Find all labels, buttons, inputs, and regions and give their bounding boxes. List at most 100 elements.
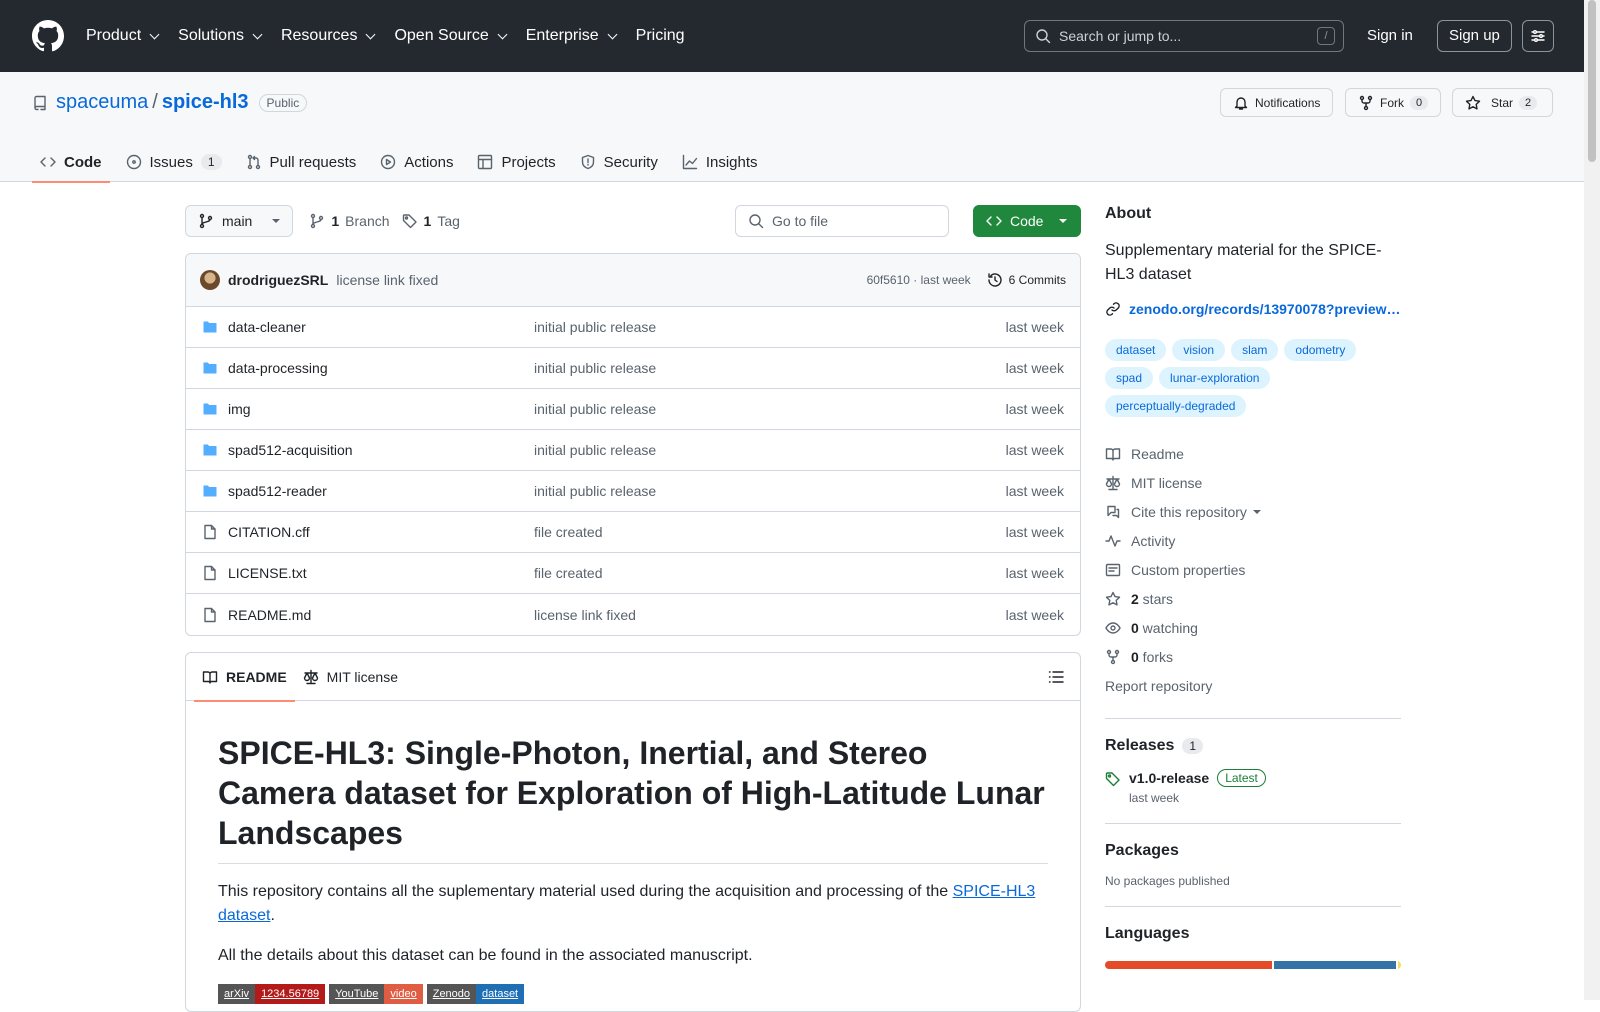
file-row[interactable]: spad512-reader initial public release last… xyxy=(186,471,1080,512)
github-logo-icon[interactable] xyxy=(32,20,64,52)
outline-icon[interactable] xyxy=(1048,669,1064,685)
repo-owner-link[interactable]: spaceuma xyxy=(56,91,148,114)
file-icon xyxy=(204,565,216,581)
license-tab[interactable]: MIT license xyxy=(295,653,406,701)
file-commit-message[interactable]: license link fixed xyxy=(534,607,1006,623)
fork-button[interactable]: Fork 0 xyxy=(1345,88,1442,117)
tab-actions[interactable]: Actions xyxy=(372,141,461,183)
badge-youtube[interactable]: YouTube video xyxy=(329,984,423,1004)
license-link[interactable]: MIT license xyxy=(1105,468,1401,497)
file-row[interactable]: data-cleaner initial public release last w… xyxy=(186,307,1080,348)
file-commit-message[interactable]: initial public release xyxy=(534,442,1006,458)
file-row[interactable]: LICENSE.txt file created last week xyxy=(186,553,1080,594)
file-row[interactable]: CITATION.cff file created last week xyxy=(186,512,1080,553)
file-commit-message[interactable]: initial public release xyxy=(534,360,1006,376)
tab-code[interactable]: Code xyxy=(32,141,110,183)
file-row[interactable]: img initial public release last week xyxy=(186,389,1080,430)
tab-issues[interactable]: Issues 1 xyxy=(118,141,230,183)
badge-zenodo[interactable]: Zenodo dataset xyxy=(426,984,525,1004)
language-segment[interactable] xyxy=(1273,961,1397,969)
topic-tag[interactable]: vision xyxy=(1172,339,1226,361)
branch-select-button[interactable]: main xyxy=(185,205,294,237)
sign-in-link[interactable]: Sign in xyxy=(1367,27,1413,44)
activity-link[interactable]: Activity xyxy=(1105,526,1401,555)
tags-link[interactable]: 1 Tag xyxy=(402,213,460,229)
file-name-link[interactable]: data-processing xyxy=(228,360,328,376)
watchers-link[interactable]: 0 watching xyxy=(1105,613,1401,642)
file-commit-message[interactable]: file created xyxy=(534,524,1006,540)
watchers-text: 0 watching xyxy=(1131,620,1198,636)
about-description: Supplementary material for the SPICE-HL3… xyxy=(1105,242,1382,283)
file-toolbar: main 1 Branch 1 Tag Go to file Code xyxy=(185,205,1081,237)
topic-tag[interactable]: perceptually-degraded xyxy=(1105,395,1247,417)
topic-tag[interactable]: lunar-exploration xyxy=(1159,367,1271,389)
homepage-link[interactable]: zenodo.org/records/13970078?preview… xyxy=(1105,301,1401,317)
search-input[interactable]: Search or jump to... / xyxy=(1024,20,1344,52)
file-name-link[interactable]: spad512-reader xyxy=(228,483,327,499)
readme-p1-text: This repository contains all the supleme… xyxy=(218,883,953,900)
scrollbar[interactable] xyxy=(1584,0,1600,1000)
file-name-cell: img xyxy=(202,401,534,417)
file-commit-message[interactable]: initial public release xyxy=(534,319,1006,335)
nav-enterprise[interactable]: Enterprise xyxy=(526,27,620,45)
nav-solutions[interactable]: Solutions xyxy=(178,27,265,45)
cite-repository-button[interactable]: Cite this repository xyxy=(1105,497,1401,526)
stars-link[interactable]: 2 stars xyxy=(1105,584,1401,613)
nav-pricing[interactable]: Pricing xyxy=(636,27,685,45)
file-name-link[interactable]: README.md xyxy=(228,607,311,623)
watchers-label: watching xyxy=(1138,619,1198,636)
tab-security[interactable]: Security xyxy=(572,141,666,183)
release-tag-link[interactable]: v1.0-release xyxy=(1129,770,1209,786)
topic-tag[interactable]: odometry xyxy=(1284,339,1357,361)
file-commit-message[interactable]: initial public release xyxy=(534,483,1006,499)
commit-author[interactable]: drodriguezSRL xyxy=(228,272,328,288)
custom-properties-link[interactable]: Custom properties xyxy=(1105,555,1401,584)
repo-name-link[interactable]: spice-hl3 xyxy=(162,91,249,114)
readme-link[interactable]: Readme xyxy=(1105,439,1401,468)
nav-label: Product xyxy=(86,27,142,44)
file-name-link[interactable]: LICENSE.txt xyxy=(228,565,307,581)
branches-link[interactable]: 1 Branch xyxy=(309,213,390,229)
go-to-file-input[interactable]: Go to file xyxy=(735,205,949,237)
sign-up-button[interactable]: Sign up xyxy=(1437,20,1512,52)
star-label: Star xyxy=(1491,95,1514,110)
file-name-link[interactable]: spad512-acquisition xyxy=(228,442,353,458)
commits-history-link[interactable]: 6 Commits xyxy=(987,272,1066,288)
notifications-button[interactable]: Notifications xyxy=(1220,88,1334,117)
menu-button[interactable] xyxy=(1522,20,1554,52)
language-segment[interactable] xyxy=(1105,961,1272,969)
scrollbar-thumb[interactable] xyxy=(1588,0,1596,162)
file-name-link[interactable]: CITATION.cff xyxy=(228,524,310,540)
avatar[interactable] xyxy=(200,270,220,290)
nav-resources[interactable]: Resources xyxy=(281,27,378,45)
file-row[interactable]: spad512-acquisition initial public releas… xyxy=(186,430,1080,471)
branch-count: 1 xyxy=(331,213,340,229)
language-segment[interactable] xyxy=(1398,961,1401,969)
forks-link[interactable]: 0 forks xyxy=(1105,642,1401,671)
code-dropdown-button[interactable]: Code xyxy=(973,205,1081,237)
readme-tab[interactable]: README xyxy=(194,653,295,702)
file-icon xyxy=(204,524,216,540)
file-row[interactable]: README.md license link fixed last week xyxy=(186,594,1080,635)
topic-tag[interactable]: spad xyxy=(1105,367,1154,389)
tab-projects[interactable]: Projects xyxy=(469,141,563,183)
file-name-link[interactable]: data-cleaner xyxy=(228,319,306,335)
tab-insights[interactable]: Insights xyxy=(674,141,766,183)
topic-tag[interactable]: dataset xyxy=(1105,339,1167,361)
file-name-link[interactable]: img xyxy=(228,401,251,417)
tab-label: Insights xyxy=(705,153,758,171)
file-row[interactable]: data-processing initial public release las… xyxy=(186,348,1080,389)
releases-heading[interactable]: Releases xyxy=(1105,737,1174,755)
badge-arxiv[interactable]: arXiv 1234.56789 xyxy=(218,984,326,1004)
packages-heading[interactable]: Packages xyxy=(1105,842,1401,860)
topic-tag[interactable]: slam xyxy=(1231,339,1279,361)
commit-message[interactable]: license link fixed xyxy=(336,272,438,288)
file-commit-message[interactable]: file created xyxy=(534,565,1006,581)
report-repository-link[interactable]: Report repository xyxy=(1105,671,1401,700)
nav-open-source[interactable]: Open Source xyxy=(394,27,509,45)
tab-pull-requests[interactable]: Pull requests xyxy=(238,141,365,183)
nav-product[interactable]: Product xyxy=(86,27,162,45)
file-commit-message[interactable]: initial public release xyxy=(534,401,1006,417)
star-button[interactable]: Star 2 xyxy=(1452,88,1553,117)
commit-hash[interactable]: 60f5610 xyxy=(867,273,910,287)
